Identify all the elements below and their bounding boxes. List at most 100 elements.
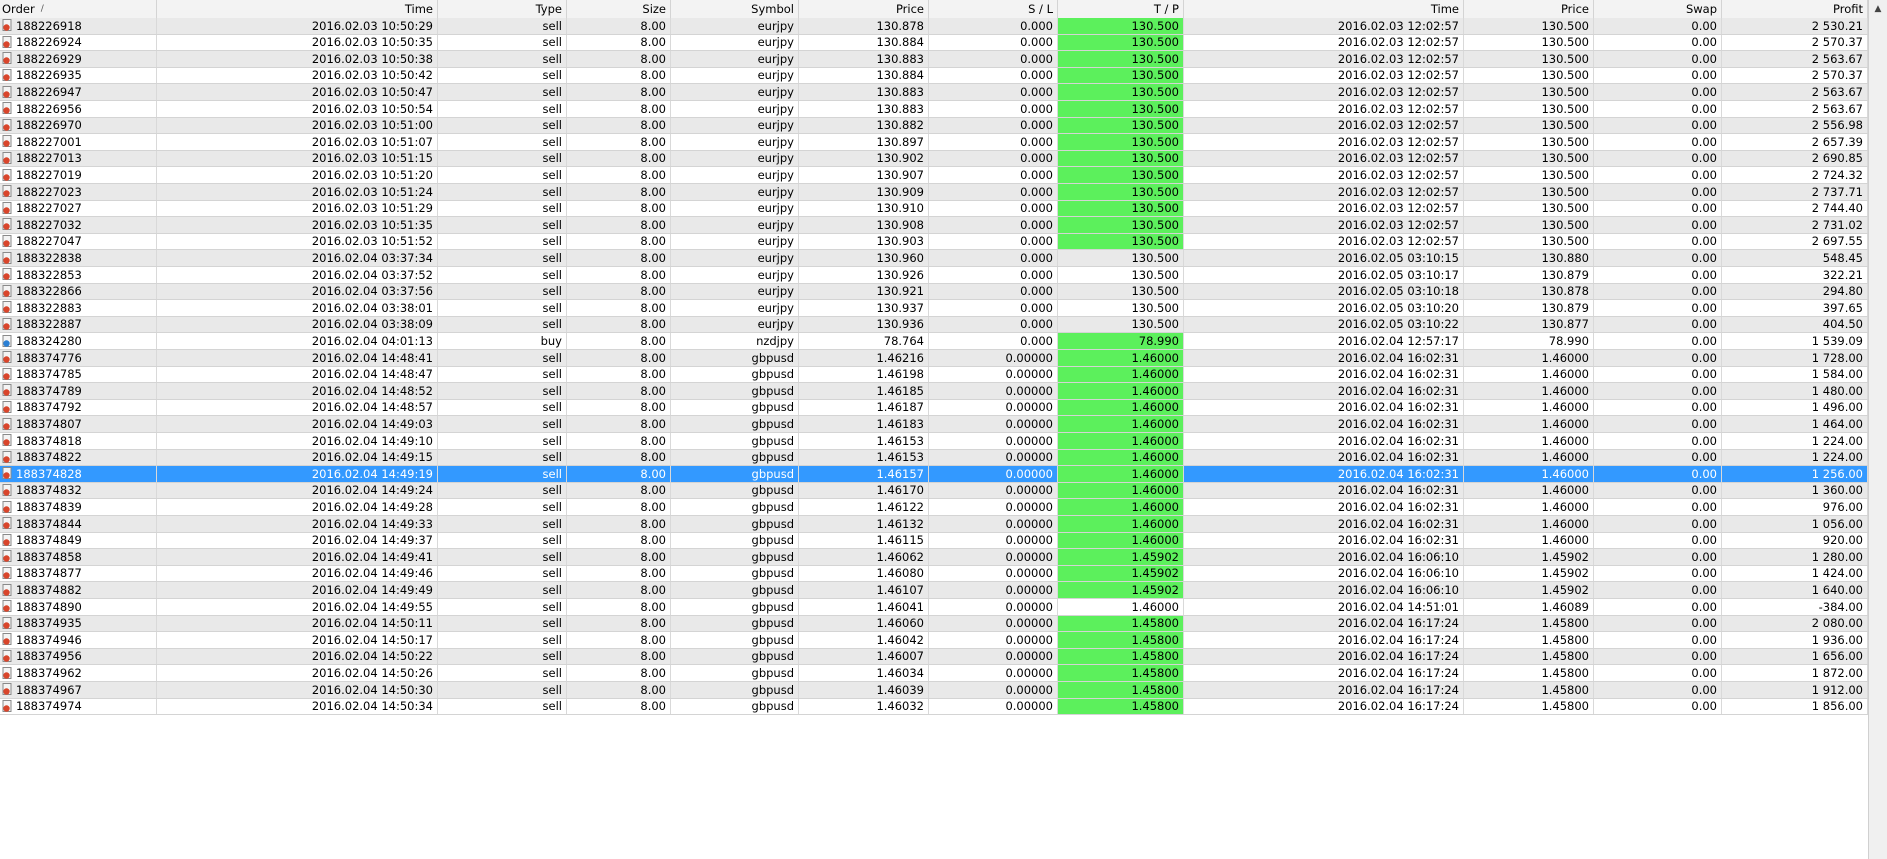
table-row[interactable]: 188374967 2016.02.04 14:50:30 sell 8.00 gbpu… (0, 682, 1868, 699)
header-order[interactable]: Order / (0, 0, 157, 19)
table-row[interactable]: 188374935 2016.02.04 14:50:11 sell 8.00 gbpu… (0, 615, 1868, 633)
order-cell: 188226935 (0, 67, 157, 84)
table-row[interactable]: 188374974 2016.02.04 14:50:34 sell 8.00 gbpu… (0, 698, 1868, 716)
open-time-cell: 2016.02.03 10:51:29 (157, 200, 438, 217)
table-row[interactable]: 188226947 2016.02.03 10:50:47 sell 8.00 eurj… (0, 84, 1868, 101)
close-time-cell: 2016.02.03 12:02:57 (1184, 117, 1464, 134)
order-number: 188374946 (16, 632, 82, 647)
symbol-cell: eurjpy (671, 283, 799, 300)
order-number: 188374844 (16, 516, 82, 531)
header-open-price[interactable]: Price (799, 0, 929, 19)
table-row[interactable]: 188374818 2016.02.04 14:49:10 sell 8.00 gbpu… (0, 433, 1868, 450)
table-row[interactable]: 188226924 2016.02.03 10:50:35 sell 8.00 eurj… (0, 34, 1868, 52)
header-size[interactable]: Size (567, 0, 671, 19)
size-cell: 8.00 (567, 532, 671, 549)
close-time-cell: 2016.02.04 16:17:24 (1184, 648, 1464, 665)
order-cell: 188226947 (0, 84, 157, 100)
header-profit[interactable]: Profit (1722, 0, 1868, 19)
table-row[interactable]: 188227013 2016.02.03 10:51:15 sell 8.00 eurj… (0, 150, 1868, 168)
close-price-cell: 130.500 (1464, 34, 1594, 51)
table-row[interactable]: 188374882 2016.02.04 14:49:49 sell 8.00 gbpu… (0, 582, 1868, 599)
swap-cell: 0.00 (1594, 150, 1722, 167)
close-time-cell: 2016.02.04 16:02:31 (1184, 466, 1464, 482)
swap-cell: 0.00 (1594, 433, 1722, 449)
table-row[interactable]: 188227047 2016.02.03 10:51:52 sell 8.00 eurj… (0, 233, 1868, 251)
header-close-time[interactable]: Time (1184, 0, 1464, 19)
profit-cell: 2 731.02 (1722, 217, 1868, 233)
table-row[interactable]: 188226956 2016.02.03 10:50:54 sell 8.00 eurj… (0, 101, 1868, 118)
open-time-cell: 2016.02.03 10:51:52 (157, 233, 438, 250)
table-row[interactable]: 188226970 2016.02.03 10:51:00 sell 8.00 eurj… (0, 117, 1868, 135)
header-tp[interactable]: T / P (1058, 0, 1184, 19)
table-row[interactable]: 188227019 2016.02.03 10:51:20 sell 8.00 eurj… (0, 167, 1868, 184)
size-cell: 8.00 (567, 516, 671, 532)
table-row[interactable]: 188374832 2016.02.04 14:49:24 sell 8.00 gbpu… (0, 482, 1868, 500)
table-row[interactable]: 188322853 2016.02.04 03:37:52 sell 8.00 eurj… (0, 267, 1868, 284)
scroll-up-arrow-icon[interactable]: ▲ (1869, 0, 1887, 17)
sl-cell: 0.00000 (929, 416, 1058, 432)
close-price-cell: 130.877 (1464, 316, 1594, 333)
sell-order-icon (2, 35, 12, 48)
table-row[interactable]: 188374792 2016.02.04 14:48:57 sell 8.00 gbpu… (0, 399, 1868, 417)
tp-cell: 1.46000 (1058, 433, 1184, 449)
table-row[interactable]: 188374822 2016.02.04 14:49:15 sell 8.00 gbpu… (0, 449, 1868, 467)
header-close-price[interactable]: Price (1464, 0, 1594, 19)
type-cell: buy (438, 333, 567, 349)
open-price-cell: 130.883 (799, 101, 929, 117)
swap-cell: 0.00 (1594, 482, 1722, 499)
table-row[interactable]: 188374946 2016.02.04 14:50:17 sell 8.00 gbpu… (0, 632, 1868, 649)
sl-cell: 0.00000 (929, 482, 1058, 499)
header-sl[interactable]: S / L (929, 0, 1058, 19)
table-row[interactable]: 188374877 2016.02.04 14:49:46 sell 8.00 gbpu… (0, 565, 1868, 583)
open-time-cell: 2016.02.04 14:49:41 (157, 549, 438, 565)
table-row[interactable]: 188227023 2016.02.03 10:51:24 sell 8.00 eurj… (0, 184, 1868, 201)
close-price-cell: 1.45902 (1464, 549, 1594, 565)
table-row[interactable]: 188322866 2016.02.04 03:37:56 sell 8.00 eurj… (0, 283, 1868, 301)
header-symbol[interactable]: Symbol (671, 0, 799, 19)
table-row[interactable]: 188374858 2016.02.04 14:49:41 sell 8.00 gbpu… (0, 549, 1868, 566)
tp-cell: 1.46000 (1058, 532, 1184, 549)
table-row[interactable]: 188227027 2016.02.03 10:51:29 sell 8.00 eurj… (0, 200, 1868, 218)
type-cell: sell (438, 632, 567, 648)
table-row[interactable]: 188227001 2016.02.03 10:51:07 sell 8.00 eurj… (0, 134, 1868, 151)
order-number: 188227032 (16, 217, 82, 232)
table-row[interactable]: 188322838 2016.02.04 03:37:34 sell 8.00 eurj… (0, 250, 1868, 267)
order-cell: 188226924 (0, 34, 157, 51)
table-row[interactable]: 188374776 2016.02.04 14:48:41 sell 8.00 gbpu… (0, 350, 1868, 367)
header-type[interactable]: Type (438, 0, 567, 19)
profit-cell: 2 563.67 (1722, 101, 1868, 117)
open-time-cell: 2016.02.04 14:49:49 (157, 582, 438, 598)
table-row[interactable]: 188374785 2016.02.04 14:48:47 sell 8.00 gbpu… (0, 366, 1868, 384)
vertical-scrollbar[interactable]: ▲ (1868, 0, 1887, 859)
table-row[interactable]: 188324280 2016.02.04 04:01:13 buy 8.00 nzdjp… (0, 333, 1868, 350)
table-row[interactable]: 188226918 2016.02.03 10:50:29 sell 8.00 eurj… (0, 18, 1868, 35)
table-row[interactable]: 188374890 2016.02.04 14:49:55 sell 8.00 gbpu… (0, 599, 1868, 616)
symbol-cell: gbpusd (671, 549, 799, 565)
table-row[interactable]: 188374962 2016.02.04 14:50:26 sell 8.00 gbpu… (0, 665, 1868, 682)
size-cell: 8.00 (567, 383, 671, 399)
table-row[interactable]: 188322883 2016.02.04 03:38:01 sell 8.00 eurj… (0, 300, 1868, 317)
table-row[interactable]: 188374839 2016.02.04 14:49:28 sell 8.00 gbpu… (0, 499, 1868, 516)
table-row[interactable]: 188374789 2016.02.04 14:48:52 sell 8.00 gbpu… (0, 383, 1868, 400)
table-row[interactable]: 188322887 2016.02.04 03:38:09 sell 8.00 eurj… (0, 316, 1868, 334)
table-row[interactable]: 188374828 2016.02.04 14:49:19 sell 8.00 gbpu… (0, 466, 1868, 483)
close-price-cell: 130.500 (1464, 18, 1594, 34)
open-price-cell: 130.903 (799, 233, 929, 250)
type-cell: sell (438, 466, 567, 482)
close-price-cell: 1.45800 (1464, 665, 1594, 681)
table-row[interactable]: 188226935 2016.02.03 10:50:42 sell 8.00 eurj… (0, 67, 1868, 85)
table-row[interactable]: 188374807 2016.02.04 14:49:03 sell 8.00 gbpu… (0, 416, 1868, 433)
size-cell: 8.00 (567, 632, 671, 648)
table-row[interactable]: 188227032 2016.02.03 10:51:35 sell 8.00 eurj… (0, 217, 1868, 234)
header-open-time[interactable]: Time (157, 0, 438, 19)
close-time-cell: 2016.02.03 12:02:57 (1184, 84, 1464, 100)
table-row[interactable]: 188226929 2016.02.03 10:50:38 sell 8.00 eurj… (0, 51, 1868, 68)
table-row[interactable]: 188374849 2016.02.04 14:49:37 sell 8.00 gbpu… (0, 532, 1868, 550)
order-cell: 188227027 (0, 200, 157, 217)
table-row[interactable]: 188374956 2016.02.04 14:50:22 sell 8.00 gbpu… (0, 648, 1868, 666)
tp-cell: 130.500 (1058, 184, 1184, 200)
table-row[interactable]: 188374844 2016.02.04 14:49:33 sell 8.00 gbpu… (0, 516, 1868, 533)
header-swap[interactable]: Swap (1594, 0, 1722, 19)
order-number: 188226929 (16, 51, 82, 66)
size-cell: 8.00 (567, 482, 671, 499)
